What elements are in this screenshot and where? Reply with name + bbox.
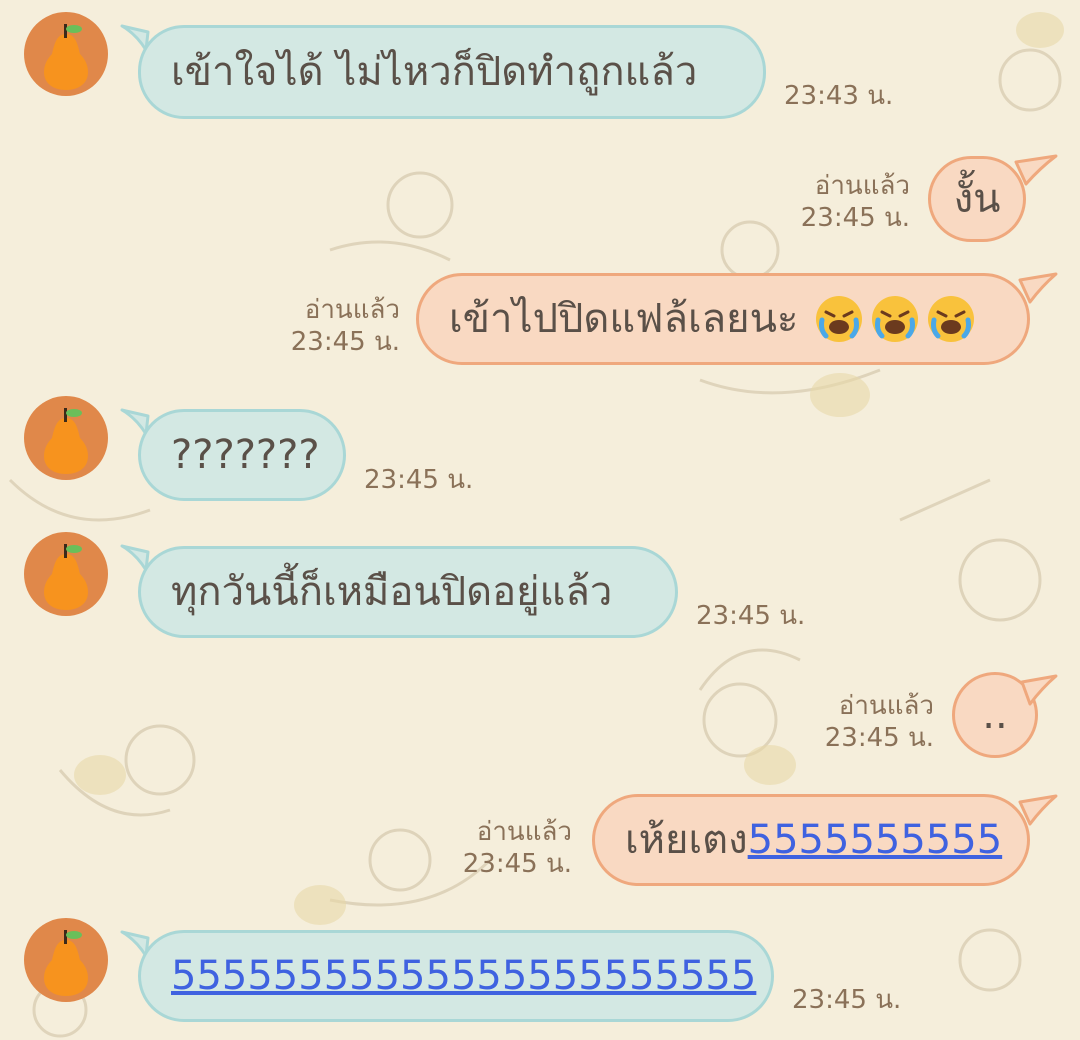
loudly-crying-face-icon: [928, 296, 975, 342]
message-text: ???????: [171, 432, 320, 478]
phone-number-link[interactable]: 5555555555: [748, 820, 1003, 860]
message-text: ทุกวันนี้ก็เหมือนปิดอยู่แล้ว: [171, 569, 613, 615]
loudly-crying-face-icon: [872, 296, 919, 342]
message-text: เห้ยเตง: [625, 817, 748, 863]
bubble-tail: [1018, 272, 1058, 304]
read-status: อ่านแล้ว: [304, 295, 400, 325]
message-bubble-incoming[interactable]: 55555555555555555555555: [138, 930, 774, 1022]
orange-fruit-icon: [44, 24, 88, 90]
orange-fruit-icon: [44, 408, 88, 474]
phone-number-link[interactable]: 55555555555555555555555: [171, 956, 756, 996]
contact-avatar[interactable]: [24, 12, 108, 96]
read-receipt: อ่านแล้ว 23:45 น.: [825, 690, 934, 754]
message-timestamp: 23:45 น.: [364, 465, 474, 495]
read-receipt: อ่านแล้ว 23:45 น.: [463, 816, 572, 880]
message-timestamp: 23:43 น.: [784, 81, 894, 111]
read-status: อ่านแล้ว: [838, 691, 934, 721]
bubble-tail: [1014, 154, 1058, 186]
contact-avatar[interactable]: [24, 532, 108, 616]
message-timestamp: 23:45 น.: [824, 723, 934, 753]
contact-avatar[interactable]: [24, 918, 108, 1002]
bubble-tail: [1018, 794, 1058, 826]
read-status: อ่านแล้ว: [476, 817, 572, 847]
contact-avatar[interactable]: [24, 396, 108, 480]
read-receipt: อ่านแล้ว 23:45 น.: [291, 294, 400, 358]
message-bubble-incoming[interactable]: ???????: [138, 409, 346, 501]
message-bubble-incoming[interactable]: ทุกวันนี้ก็เหมือนปิดอยู่แล้ว: [138, 546, 678, 638]
orange-fruit-icon: [44, 544, 88, 610]
read-receipt: อ่านแล้ว 23:45 น.: [801, 170, 910, 234]
message-timestamp: 23:45 น.: [800, 203, 910, 233]
read-status: อ่านแล้ว: [814, 171, 910, 201]
message-timestamp: 23:45 น.: [792, 985, 902, 1015]
message-timestamp: 23:45 น.: [290, 327, 400, 357]
message-bubble-outgoing[interactable]: เข้าไปปิดแฟล้เลยนะ: [416, 273, 1030, 365]
message-text: งั้น: [953, 176, 1001, 222]
loudly-crying-face-icon: [816, 296, 863, 342]
message-timestamp: 23:45 น.: [462, 849, 572, 879]
message-text: ..: [982, 692, 1008, 738]
orange-fruit-icon: [44, 930, 88, 996]
message-bubble-outgoing[interactable]: งั้น: [928, 156, 1026, 242]
bubble-tail: [1020, 674, 1058, 706]
message-timestamp: 23:45 น.: [696, 601, 806, 631]
message-text: เข้าไปปิดแฟล้เลยนะ: [449, 296, 799, 342]
message-bubble-outgoing[interactable]: เห้ยเตง 5555555555: [592, 794, 1030, 886]
message-bubble-incoming[interactable]: เข้าใจได้ ไม่ไหวก็ปิดทำถูกแล้ว: [138, 25, 766, 119]
message-text: เข้าใจได้ ไม่ไหวก็ปิดทำถูกแล้ว: [171, 49, 698, 95]
